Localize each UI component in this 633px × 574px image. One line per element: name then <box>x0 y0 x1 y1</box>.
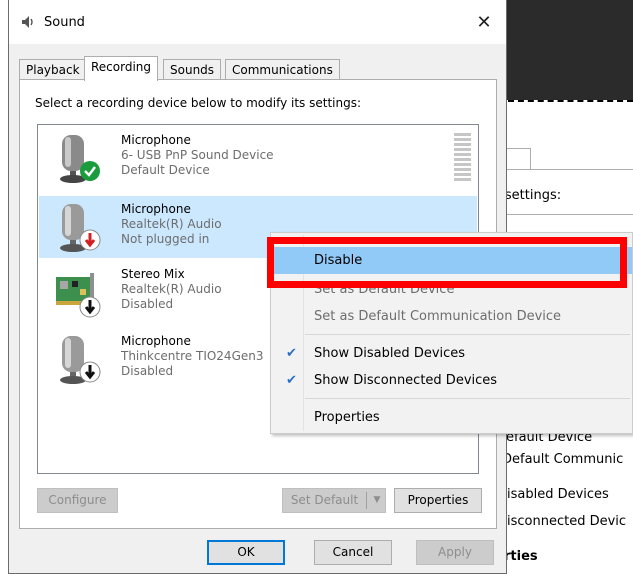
device-driver: 6- USB PnP Sound Device <box>121 148 274 162</box>
menu-separator <box>305 334 630 335</box>
set-default-split-button[interactable]: Set Default ▼ <box>282 488 386 513</box>
menu-item-label: Show Disabled Devices <box>314 346 466 361</box>
tab-communications[interactable]: Communications <box>225 59 340 80</box>
device-name: Microphone <box>121 334 191 348</box>
menu-item-label: Properties <box>314 410 380 425</box>
instruction-text: Select a recording device below to modif… <box>35 96 362 110</box>
level-meter <box>454 133 471 183</box>
microphone-icon <box>60 135 100 183</box>
device-item[interactable]: Microphone 6- USB PnP Sound Device Defau… <box>39 127 477 189</box>
tab-sounds[interactable]: Sounds <box>163 59 222 80</box>
sound-card-icon <box>56 273 101 318</box>
annotation-highlight-box <box>267 237 627 288</box>
configure-button[interactable]: Configure <box>37 488 118 513</box>
menu-item-set-default-communication[interactable]: Set as Default Communication Device <box>273 303 632 330</box>
checkmark-icon: ✔ <box>286 346 297 361</box>
menu-item-show-disabled[interactable]: ✔ Show Disabled Devices <box>273 340 632 367</box>
checkmark-icon: ✔ <box>286 373 297 388</box>
device-status: Disabled <box>121 364 174 378</box>
window-title: Sound <box>44 15 85 30</box>
close-button[interactable]: ✕ <box>462 0 506 44</box>
background-menu-item: isconnected Devic <box>507 514 627 529</box>
background-dark-area <box>500 0 633 100</box>
background-properties: rties <box>504 549 538 564</box>
device-name: Microphone <box>121 133 191 147</box>
background-menu-item: isabled Devices <box>507 487 609 502</box>
menu-item-show-disconnected[interactable]: ✔ Show Disconnected Devices <box>273 367 632 394</box>
speaker-icon <box>22 16 33 28</box>
set-default-button[interactable]: Set Default <box>283 489 366 512</box>
default-check-icon <box>80 161 100 181</box>
tab-recording[interactable]: Recording <box>84 56 159 81</box>
menu-separator <box>305 398 630 399</box>
device-status: Default Device <box>121 163 210 177</box>
menu-item-label: Show Disconnected Devices <box>314 373 498 388</box>
device-status: Not plugged in <box>121 232 210 246</box>
apply-button[interactable]: Apply <box>416 540 494 565</box>
device-status: Disabled <box>121 297 174 311</box>
background-dashed-line <box>508 100 633 102</box>
device-driver: Thinkcentre TIO24Gen3 <box>121 349 264 363</box>
background-menu-item: Default Communic <box>502 452 624 467</box>
ok-button[interactable]: OK <box>207 540 285 565</box>
device-name: Stereo Mix <box>121 267 185 281</box>
microphone-icon <box>60 204 101 252</box>
split-separator <box>366 492 367 509</box>
dropdown-arrow-icon[interactable]: ▼ <box>369 489 385 512</box>
title-bar[interactable]: Sound ✕ <box>9 0 506 44</box>
device-driver: Realtek(R) Audio <box>121 217 222 231</box>
microphone-icon <box>60 336 101 384</box>
tab-playback[interactable]: Playback <box>19 59 87 80</box>
cancel-button[interactable]: Cancel <box>314 540 392 565</box>
menu-item-label: Set as Default Communication Device <box>314 309 562 324</box>
device-driver: Realtek(R) Audio <box>121 282 222 296</box>
menu-item-properties[interactable]: Properties <box>273 404 632 431</box>
properties-button[interactable]: Properties <box>394 488 482 513</box>
device-name: Microphone <box>121 202 191 216</box>
